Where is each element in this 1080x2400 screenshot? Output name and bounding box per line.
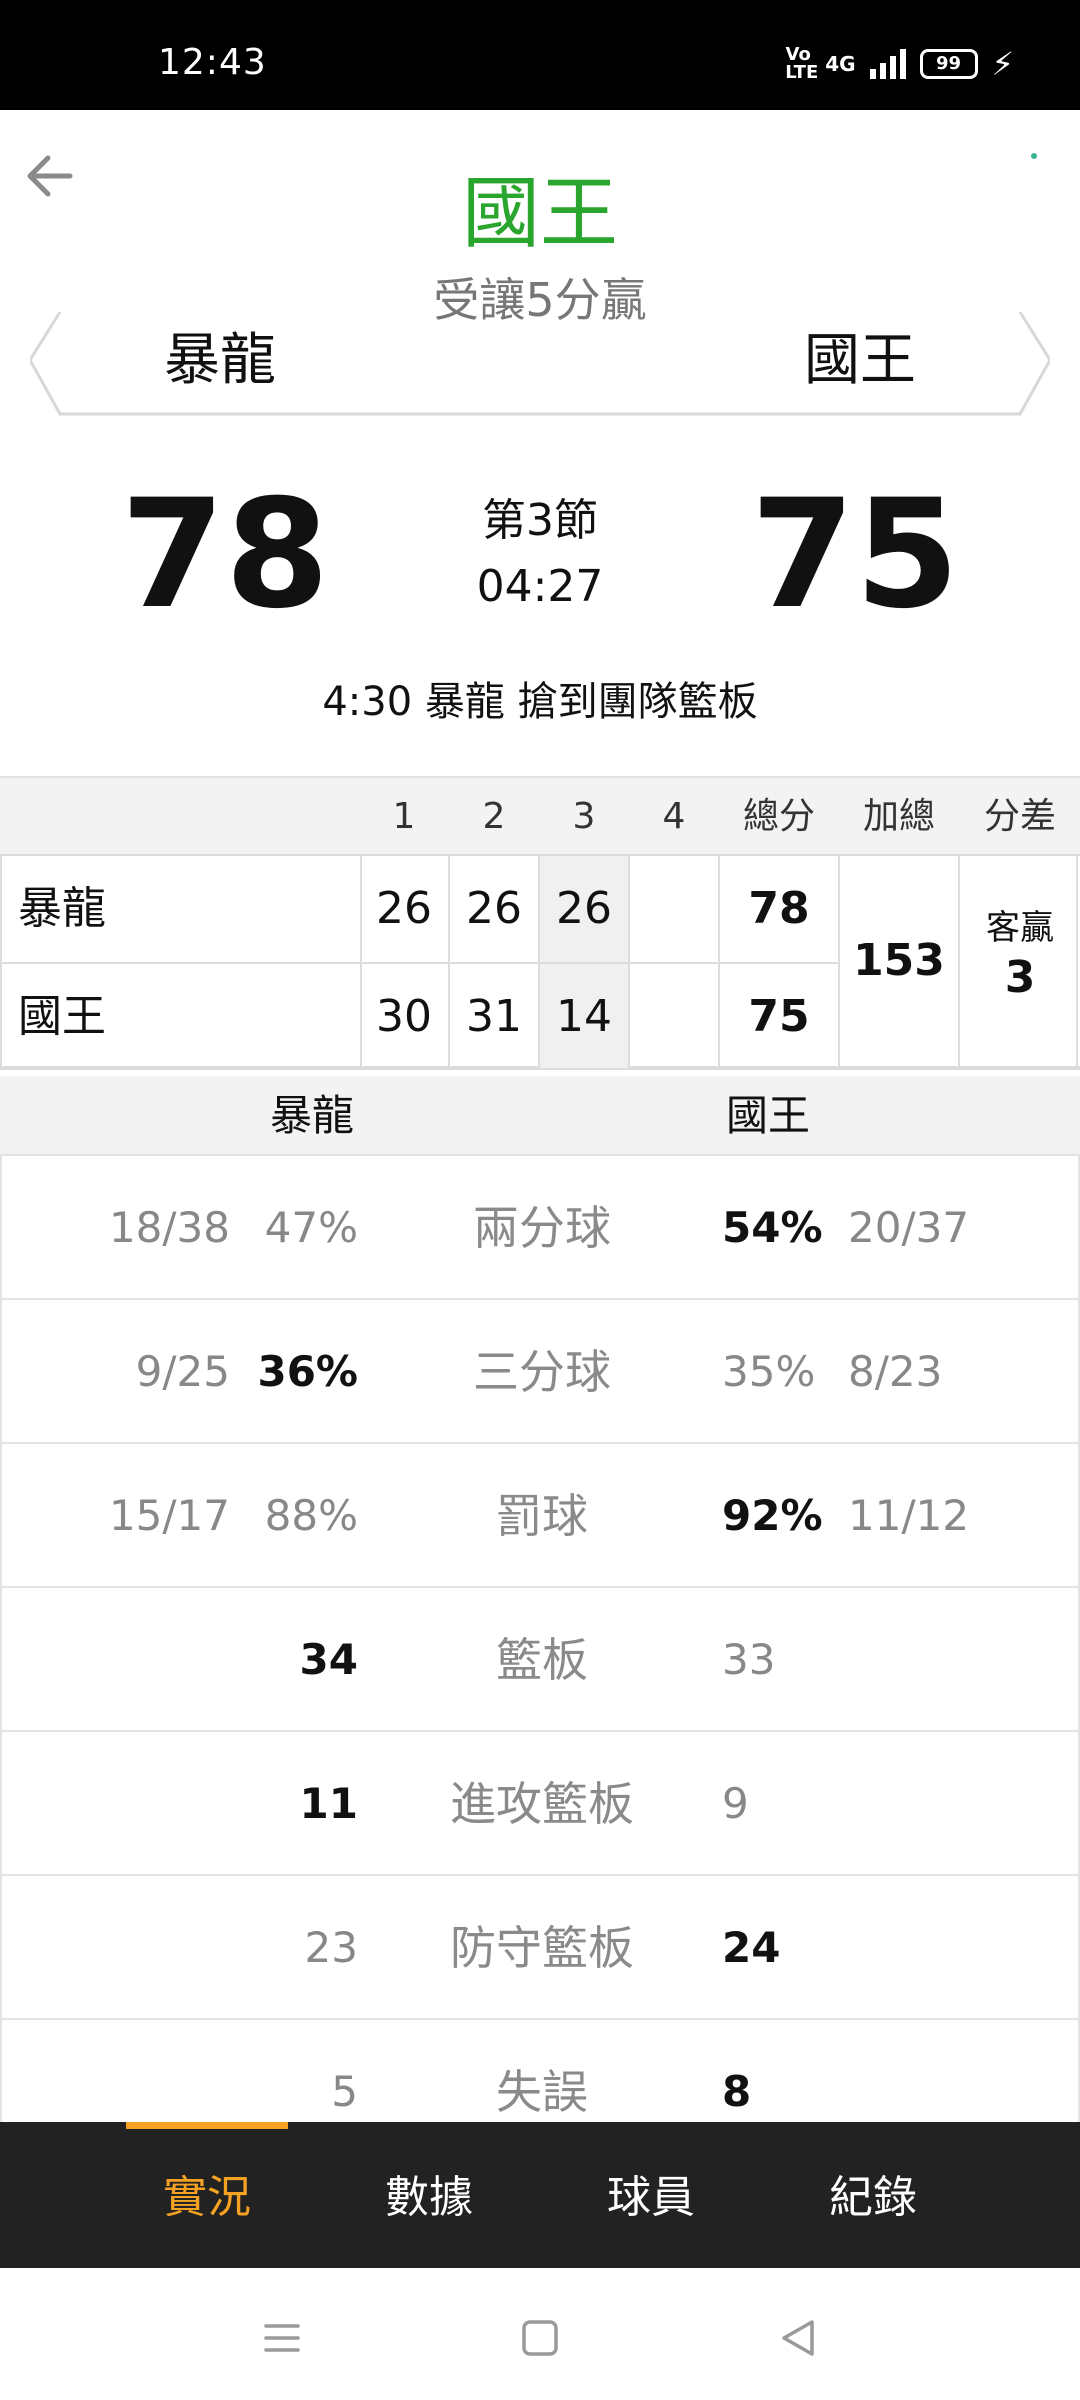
stat-home-value: 24 [722, 1923, 781, 1972]
home-square-icon[interactable] [510, 2308, 570, 2368]
stat-home-value: 8 [722, 2067, 752, 2116]
stat-row: 11 進攻籃板 9 [0, 1732, 1080, 1876]
stat-home-value: 54% [722, 1203, 823, 1252]
menu-icon[interactable] [252, 2308, 312, 2368]
stat-row: 5 失誤 8 [0, 2020, 1080, 2122]
stat-label: 失誤 [496, 2065, 588, 2119]
back-triangle-icon[interactable] [768, 2308, 828, 2368]
tab-stats[interactable]: 數據 [318, 2122, 540, 2268]
stat-label: 三分球 [473, 1345, 611, 1399]
stat-home-value: 9 [722, 1779, 749, 1828]
stat-label: 兩分球 [473, 1201, 611, 1255]
stat-row: 15/17 88% 罰球 92% 11/12 [0, 1444, 1080, 1588]
bottom-tab-bar: 實況 數據 球員 紀錄 [0, 2122, 1080, 2268]
tab-records[interactable]: 紀錄 [762, 2122, 984, 2268]
team-stats-list: 18/38 47% 兩分球 54% 20/37 9/25 36% 三分球 35% 8/23 15/1… [0, 0, 1080, 2122]
stat-away-ratio: 9/25 [135, 1347, 230, 1396]
stat-label: 防守籃板 [450, 1921, 634, 1975]
tab-live[interactable]: 實況 [96, 2122, 318, 2268]
system-nav-bar [0, 2268, 1080, 2400]
stat-row: 9/25 36% 三分球 35% 8/23 [0, 1300, 1080, 1444]
stat-home-ratio: 20/37 [848, 1203, 970, 1252]
stat-label: 進攻籃板 [450, 1777, 634, 1831]
stat-row: 34 籃板 33 [0, 1588, 1080, 1732]
stat-home-ratio: 11/12 [848, 1491, 970, 1540]
stat-label: 籃板 [496, 1633, 588, 1687]
stat-label: 罰球 [496, 1489, 588, 1543]
stat-home-value: 33 [722, 1635, 776, 1684]
stat-home-value: 35% [722, 1347, 816, 1396]
stat-row: 23 防守籃板 24 [0, 1876, 1080, 2020]
stat-away-ratio: 15/17 [108, 1491, 230, 1540]
stat-home-ratio: 8/23 [848, 1347, 943, 1396]
stat-home-value: 92% [722, 1491, 823, 1540]
tab-players[interactable]: 球員 [540, 2122, 762, 2268]
stat-row: 18/38 47% 兩分球 54% 20/37 [0, 1156, 1080, 1300]
stat-away-ratio: 18/38 [108, 1203, 230, 1252]
